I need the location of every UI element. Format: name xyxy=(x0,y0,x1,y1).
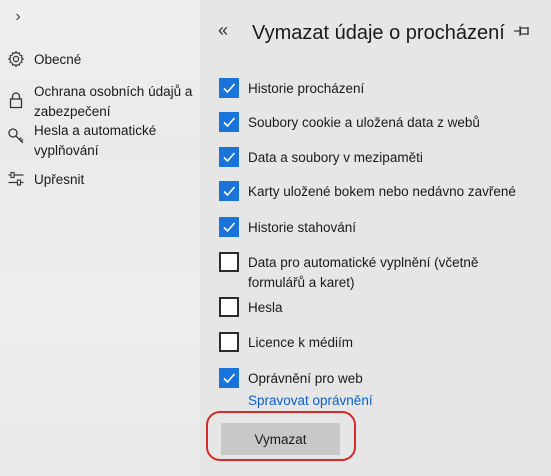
option-label: Historie procházení xyxy=(248,81,365,96)
option-passwords[interactable]: Hesla xyxy=(219,297,539,319)
option-label: Hesla xyxy=(248,300,283,315)
option-media-licenses[interactable]: Licence k médiím xyxy=(219,332,539,354)
checkbox[interactable] xyxy=(219,252,239,272)
clear-button[interactable]: Vymazat xyxy=(221,423,340,455)
sidebar-item-advanced[interactable]: Upřesnit xyxy=(0,170,200,192)
option-browsing-history[interactable]: Historie procházení xyxy=(219,78,539,100)
checkbox[interactable] xyxy=(219,297,239,317)
gear-icon xyxy=(7,50,25,68)
manage-permissions-link[interactable]: Spravovat oprávnění xyxy=(248,392,373,410)
option-cookies[interactable]: Soubory cookie a uložená data z webů xyxy=(219,112,539,134)
checkbox[interactable] xyxy=(219,147,239,167)
sidebar-item-general[interactable]: Obecné xyxy=(0,49,200,71)
checkbox[interactable] xyxy=(219,112,239,132)
option-tabs[interactable]: Karty uložené bokem nebo nedávno zavřené xyxy=(219,181,539,203)
sidebar-item-label: Upřesnit xyxy=(34,172,85,187)
option-label: Data a soubory v mezipaměti xyxy=(248,150,423,165)
sidebar-item-label: Obecné xyxy=(34,52,82,67)
lock-icon xyxy=(7,91,25,109)
sidebar-item-label: Ochrana osobních údajů a zabezpečení xyxy=(34,84,193,119)
option-label: Oprávnění pro web xyxy=(248,371,363,386)
pin-icon[interactable] xyxy=(513,24,533,38)
chevron-right-icon[interactable]: › xyxy=(9,8,27,26)
checkbox[interactable] xyxy=(219,181,239,201)
sidebar-item-privacy[interactable]: Ochrana osobních údajů a zabezpečení xyxy=(0,82,200,122)
sliders-icon xyxy=(7,170,25,188)
option-label: Karty uložené bokem nebo nedávno zavřené xyxy=(248,184,516,199)
option-label: Licence k médiím xyxy=(248,335,354,350)
option-label: Soubory cookie a uložená data z webů xyxy=(248,115,480,130)
sidebar-item-passwords[interactable]: Hesla a automatické vyplňování xyxy=(0,121,200,161)
settings-sidebar: › Obecné Ochrana osobních údajů a zabezp… xyxy=(0,0,200,476)
sidebar-item-label: Hesla a automatické vyplňování xyxy=(34,123,157,158)
option-label: Data pro automatické vyplnění (včetně fo… xyxy=(248,255,479,290)
double-chevron-left-icon[interactable]: « xyxy=(218,19,228,41)
checkbox[interactable] xyxy=(219,332,239,352)
checkbox[interactable] xyxy=(219,78,239,98)
option-autofill[interactable]: Data pro automatické vyplnění (včetně fo… xyxy=(219,252,539,292)
page-title: Vymazat údaje o procházení xyxy=(252,22,505,44)
option-site-permissions[interactable]: Oprávnění pro web xyxy=(219,368,539,390)
key-icon xyxy=(7,127,25,145)
option-cache[interactable]: Data a soubory v mezipaměti xyxy=(219,147,539,169)
checkbox[interactable] xyxy=(219,217,239,237)
option-download-history[interactable]: Historie stahování xyxy=(219,217,539,239)
option-label: Historie stahování xyxy=(248,220,357,235)
checkbox[interactable] xyxy=(219,368,239,388)
